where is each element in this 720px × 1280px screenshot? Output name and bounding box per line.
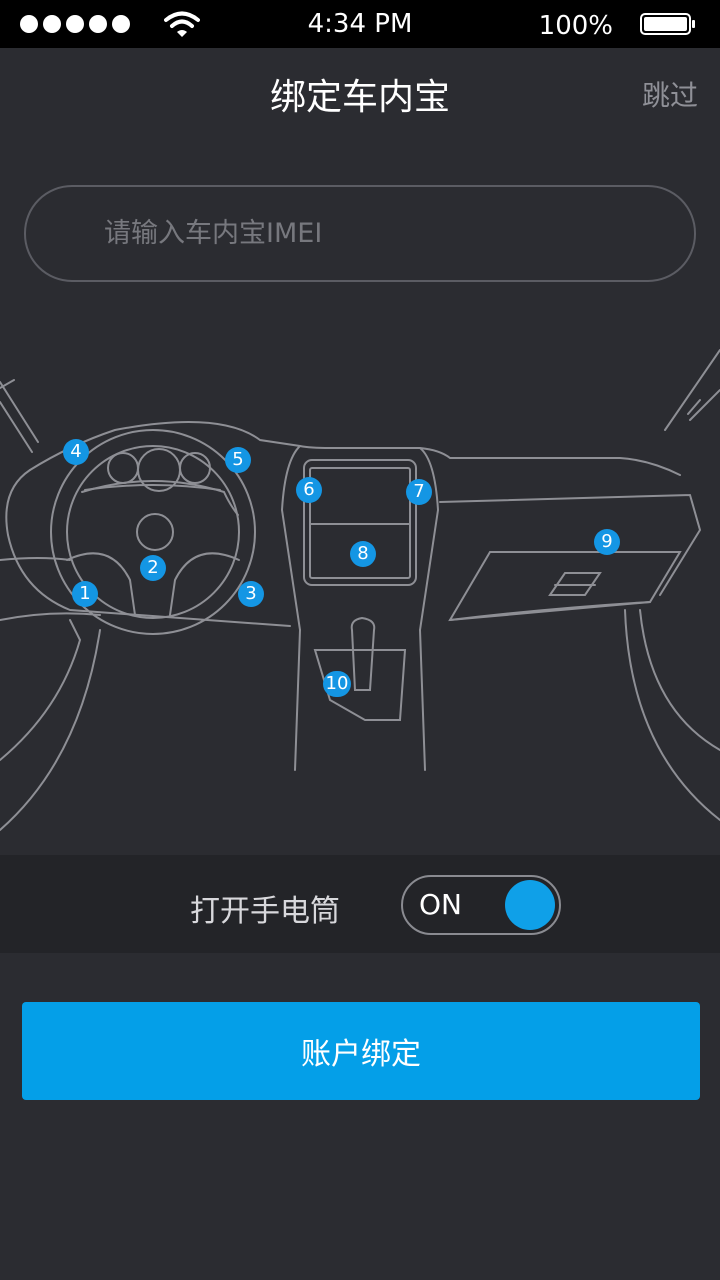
marker-2[interactable]: 2	[140, 555, 166, 581]
flashlight-label: 打开手电筒	[190, 894, 340, 929]
skip-button[interactable]: 跳过	[642, 74, 698, 114]
bind-account-button[interactable]: 账户绑定	[22, 1002, 700, 1100]
battery-percentage: 100%	[538, 11, 613, 41]
page-title: 绑定车内宝	[269, 77, 450, 118]
imei-input[interactable]	[24, 185, 696, 282]
marker-6[interactable]: 6	[296, 477, 322, 503]
marker-5[interactable]: 5	[225, 447, 251, 473]
car-interior-illustration	[0, 349, 720, 831]
toggle-state-text: ON	[419, 888, 462, 921]
marker-10[interactable]: 10	[323, 671, 351, 697]
marker-1[interactable]: 1	[72, 581, 98, 607]
toggle-knob	[505, 880, 555, 930]
nav-bar: 绑定车内宝 跳过	[0, 48, 720, 136]
flashlight-row: 打开手电筒 ON	[0, 855, 720, 953]
marker-7[interactable]: 7	[406, 479, 432, 505]
marker-3[interactable]: 3	[238, 581, 264, 607]
marker-4[interactable]: 4	[63, 439, 89, 465]
status-bar: 4:34 PM 100%	[0, 0, 720, 48]
battery-full-icon	[640, 13, 695, 35]
flashlight-toggle[interactable]: ON	[401, 875, 561, 935]
marker-8[interactable]: 8	[350, 541, 376, 567]
marker-9[interactable]: 9	[594, 529, 620, 555]
